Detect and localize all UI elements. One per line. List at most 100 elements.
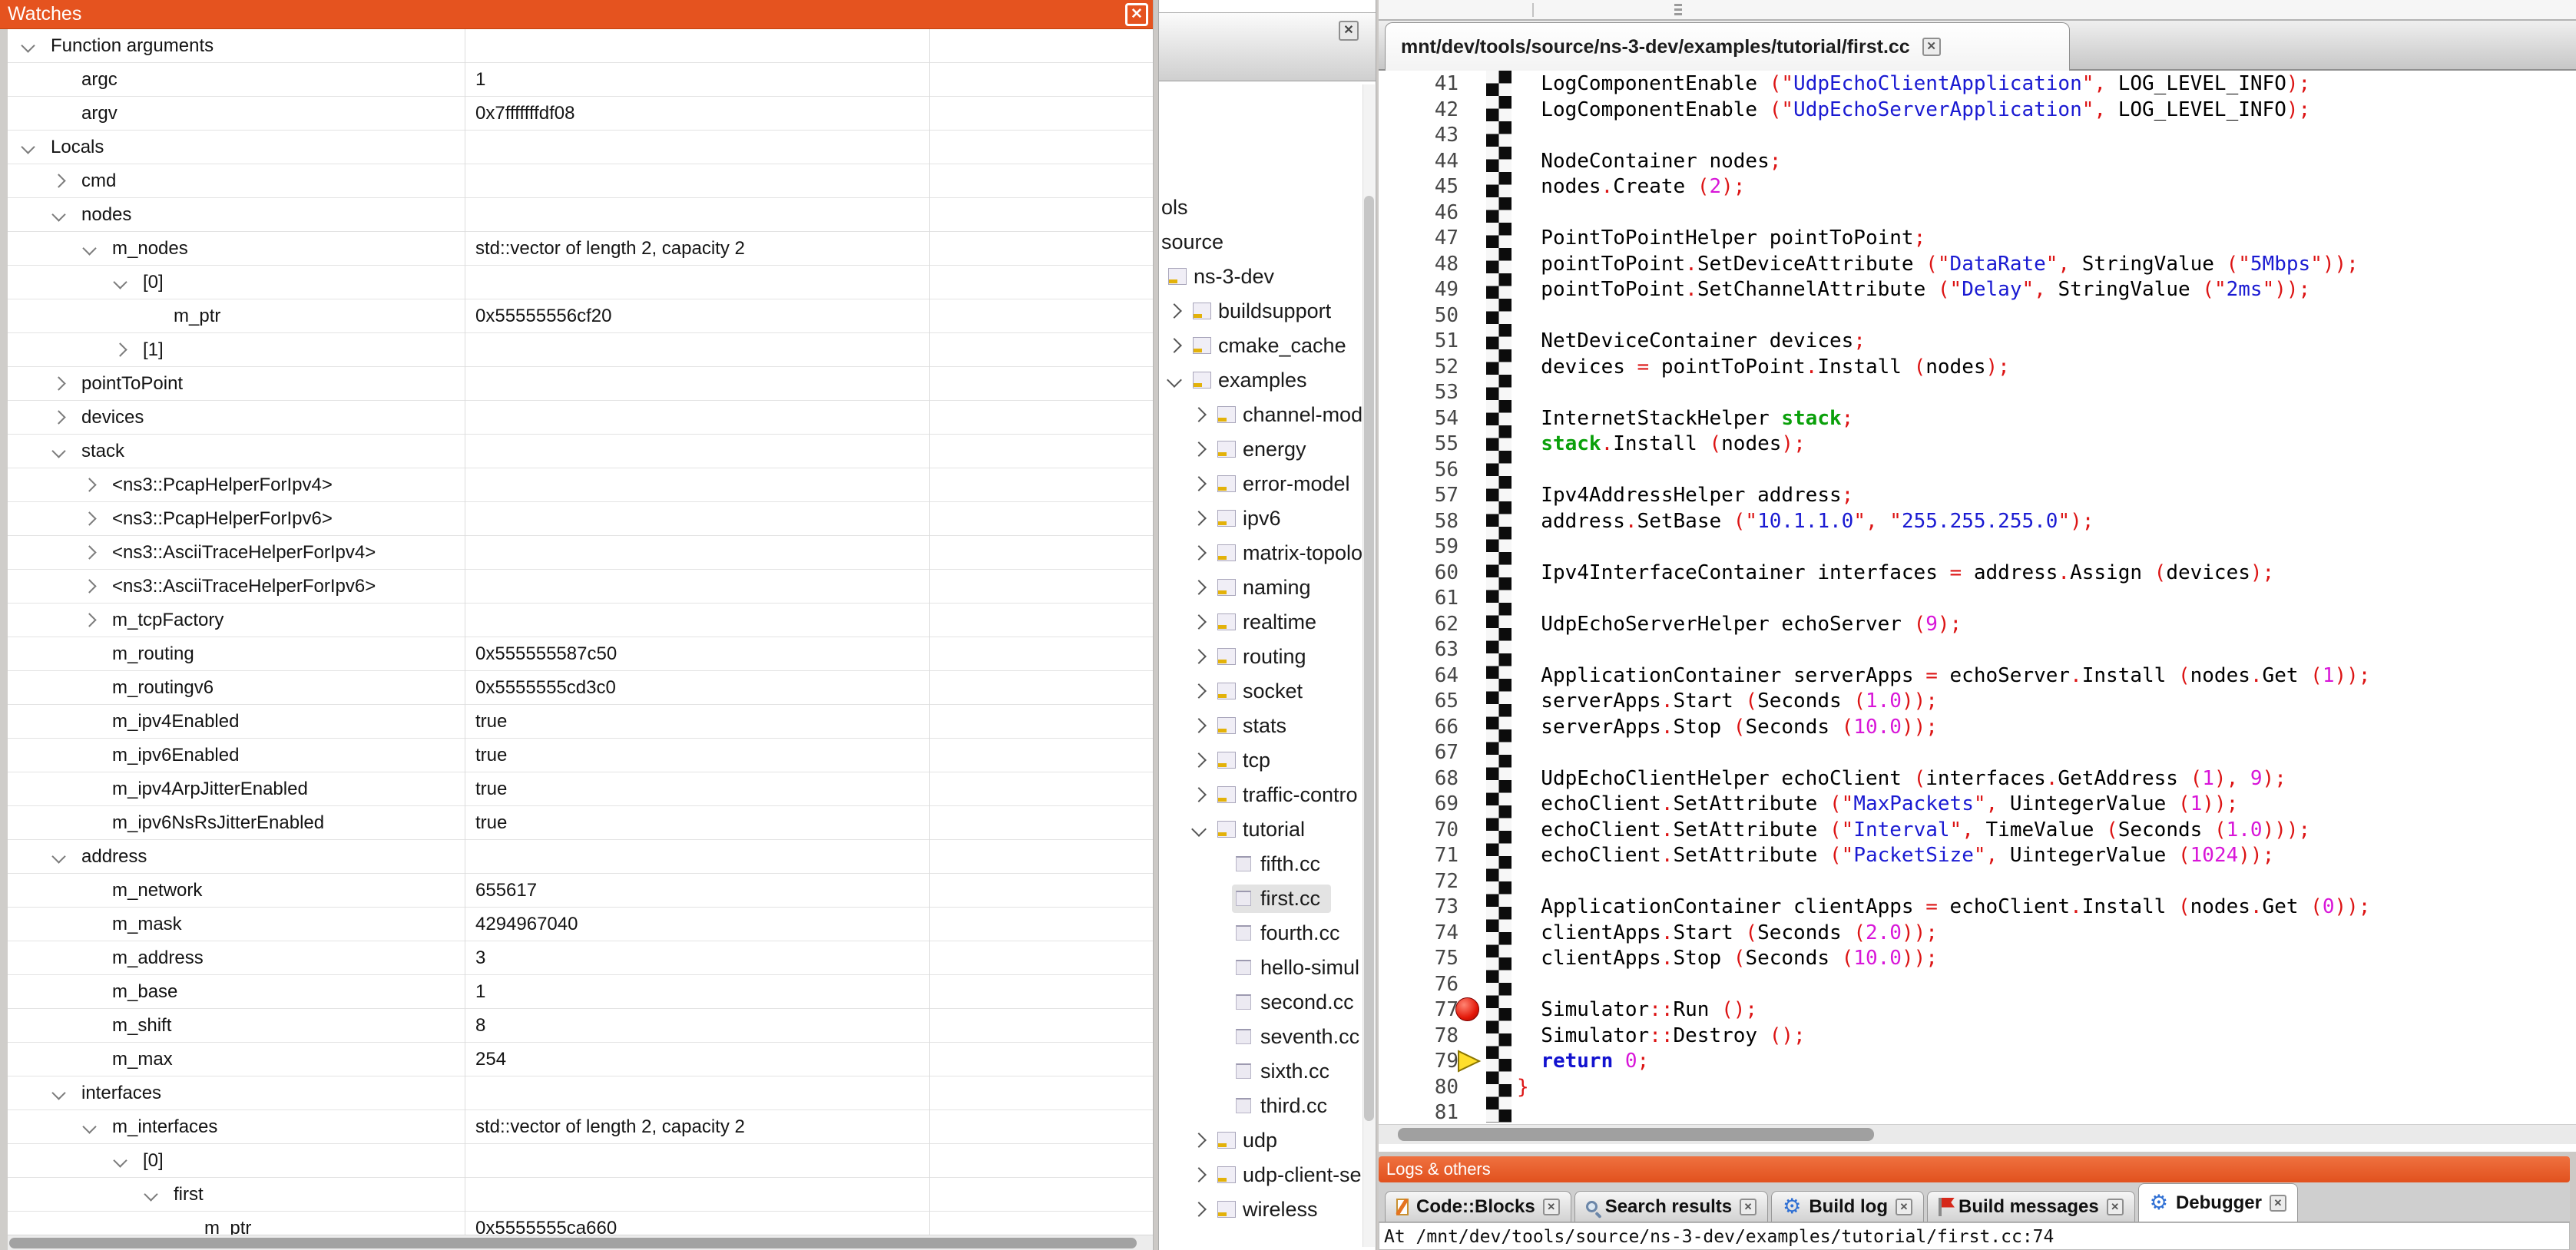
tree-item-third-cc[interactable]: third.cc	[1236, 1089, 1327, 1123]
tree-item-udp-client-ser[interactable]: udp-client-ser	[1194, 1158, 1362, 1192]
tree-item-realtime[interactable]: realtime	[1194, 605, 1316, 639]
watch-row[interactable]: m_interfacesstd::vector of length 2, cap…	[8, 1110, 1153, 1144]
chevron-right-icon[interactable]	[1191, 787, 1207, 802]
line-number[interactable]: 44	[1379, 148, 1459, 174]
line-number[interactable]: 52	[1379, 354, 1459, 380]
line-number[interactable]: 67	[1379, 739, 1459, 766]
chevron-down-icon[interactable]	[82, 241, 96, 255]
watch-row[interactable]: <ns3::PcapHelperForIpv4>	[8, 468, 1153, 502]
chevron-right-icon[interactable]	[82, 478, 96, 491]
watch-row[interactable]: address	[8, 840, 1153, 874]
line-number[interactable]: 71	[1379, 842, 1459, 868]
watch-row[interactable]: m_ipv6Enabledtrue	[8, 739, 1153, 772]
line-number[interactable]: 63	[1379, 637, 1459, 663]
line-number[interactable]: 42	[1379, 97, 1459, 123]
watch-row[interactable]: m_max254	[8, 1043, 1153, 1076]
watch-row[interactable]: [0]	[8, 1144, 1153, 1178]
line-number[interactable]: 65	[1379, 688, 1459, 714]
line-number[interactable]: 56	[1379, 457, 1459, 483]
tree-item-wireless[interactable]: wireless	[1194, 1192, 1318, 1226]
code-line[interactable]: 60 Ipv4InterfaceContainer interfaces = a…	[1379, 560, 2576, 586]
line-number[interactable]: 70	[1379, 817, 1459, 843]
close-icon[interactable]: ✕	[2107, 1199, 2124, 1215]
tree-item-error-model[interactable]: error-model	[1194, 467, 1350, 501]
chevron-down-icon[interactable]	[144, 1187, 157, 1201]
watches-titlebar[interactable]: Watches ✕	[0, 0, 1153, 29]
line-number[interactable]: 77	[1379, 997, 1459, 1023]
tree-item-cmake-cache[interactable]: cmake_cache	[1169, 329, 1346, 362]
code-line[interactable]: 58 address.SetBase ("10.1.1.0", "255.255…	[1379, 508, 2576, 534]
tree-item-matrix-topolo[interactable]: matrix-topolo	[1194, 536, 1362, 570]
chevron-down-icon[interactable]	[21, 38, 35, 52]
watch-row[interactable]: m_ipv6NsRsJitterEnabledtrue	[8, 806, 1153, 840]
chevron-right-icon[interactable]	[1191, 407, 1207, 422]
code-line[interactable]: 76	[1379, 971, 2576, 997]
tree-item-ipv6[interactable]: ipv6	[1194, 501, 1281, 535]
code-line[interactable]: 65 serverApps.Start (Seconds (1.0));	[1379, 688, 2576, 714]
code-line[interactable]: 45 nodes.Create (2);	[1379, 174, 2576, 200]
code-line[interactable]: 46	[1379, 200, 2576, 226]
watch-row[interactable]: argc1	[8, 63, 1153, 97]
code-line[interactable]: 79 return 0;	[1379, 1048, 2576, 1074]
watch-row[interactable]: m_address3	[8, 941, 1153, 975]
code-area[interactable]: 41 LogComponentEnable ("UdpEchoClientApp…	[1379, 71, 2576, 1123]
chevron-right-icon[interactable]	[1167, 338, 1182, 353]
line-number[interactable]: 45	[1379, 174, 1459, 200]
line-number[interactable]: 69	[1379, 791, 1459, 817]
code-line[interactable]: 54 InternetStackHelper stack;	[1379, 405, 2576, 432]
watch-row[interactable]: interfaces	[8, 1076, 1153, 1110]
line-number[interactable]: 58	[1379, 508, 1459, 534]
chevron-right-icon[interactable]	[1191, 614, 1207, 630]
chevron-right-icon[interactable]	[1191, 476, 1207, 491]
code-line[interactable]: 72	[1379, 868, 2576, 895]
chevron-right-icon[interactable]	[82, 579, 96, 593]
code-line[interactable]: 55 stack.Install (nodes);	[1379, 431, 2576, 457]
chevron-right-icon[interactable]	[113, 342, 127, 356]
chevron-right-icon[interactable]	[1191, 1133, 1207, 1148]
close-icon[interactable]: ✕	[1125, 3, 1148, 26]
scrollbar-thumb[interactable]	[1398, 1128, 1874, 1141]
line-number[interactable]: 78	[1379, 1023, 1459, 1049]
watch-row[interactable]: m_mask4294967040	[8, 908, 1153, 941]
watch-row[interactable]: m_routingv60x5555555cd3c0	[8, 671, 1153, 705]
code-line[interactable]: 43	[1379, 122, 2576, 148]
chevron-right-icon[interactable]	[1191, 441, 1207, 457]
tree-item-naming[interactable]: naming	[1194, 570, 1311, 604]
code-line[interactable]: 78 Simulator::Destroy ();	[1379, 1023, 2576, 1049]
line-number[interactable]: 53	[1379, 379, 1459, 405]
chevron-down-icon[interactable]	[113, 1153, 127, 1167]
tree-item-buildsupport[interactable]: buildsupport	[1169, 294, 1331, 328]
line-number[interactable]: 46	[1379, 200, 1459, 226]
line-number[interactable]: 47	[1379, 225, 1459, 251]
watch-row[interactable]: m_ipv4ArpJitterEnabledtrue	[8, 772, 1153, 806]
tree-item-ols[interactable]: ols	[1161, 190, 1188, 224]
code-line[interactable]: 77 Simulator::Run ();	[1379, 997, 2576, 1023]
code-line[interactable]: 67	[1379, 739, 2576, 766]
watch-row[interactable]: m_shift8	[8, 1009, 1153, 1043]
watch-row[interactable]: Function arguments	[8, 29, 1153, 63]
tree-item-tcp[interactable]: tcp	[1194, 743, 1270, 777]
line-number[interactable]: 74	[1379, 920, 1459, 946]
tree-item-stats[interactable]: stats	[1194, 709, 1286, 742]
tree-item-fourth-cc[interactable]: fourth.cc	[1236, 916, 1340, 950]
watch-row[interactable]: nodes	[8, 198, 1153, 232]
line-number[interactable]: 68	[1379, 766, 1459, 792]
tree-item-routing[interactable]: routing	[1194, 640, 1306, 673]
watch-row[interactable]: <ns3::PcapHelperForIpv6>	[8, 502, 1153, 536]
chevron-right-icon[interactable]	[51, 174, 65, 187]
chevron-down-icon[interactable]	[51, 1086, 65, 1100]
code-line[interactable]: 68 UdpEchoClientHelper echoClient (inter…	[1379, 766, 2576, 792]
code-line[interactable]: 63	[1379, 637, 2576, 663]
tree-item-source[interactable]: source	[1161, 225, 1223, 259]
code-line[interactable]: 73 ApplicationContainer clientApps = ech…	[1379, 894, 2576, 920]
line-number[interactable]: 60	[1379, 560, 1459, 586]
chevron-right-icon[interactable]	[1191, 580, 1207, 595]
chevron-right-icon[interactable]	[1191, 545, 1207, 561]
tree-item-second-cc[interactable]: second.cc	[1236, 985, 1354, 1019]
watch-row[interactable]: m_ipv4Enabledtrue	[8, 705, 1153, 739]
line-number[interactable]: 80	[1379, 1074, 1459, 1100]
watch-row[interactable]: argv0x7fffffffdf08	[8, 97, 1153, 131]
close-icon[interactable]: ✕	[1339, 21, 1359, 41]
code-line[interactable]: 61	[1379, 585, 2576, 611]
line-number[interactable]: 43	[1379, 122, 1459, 148]
